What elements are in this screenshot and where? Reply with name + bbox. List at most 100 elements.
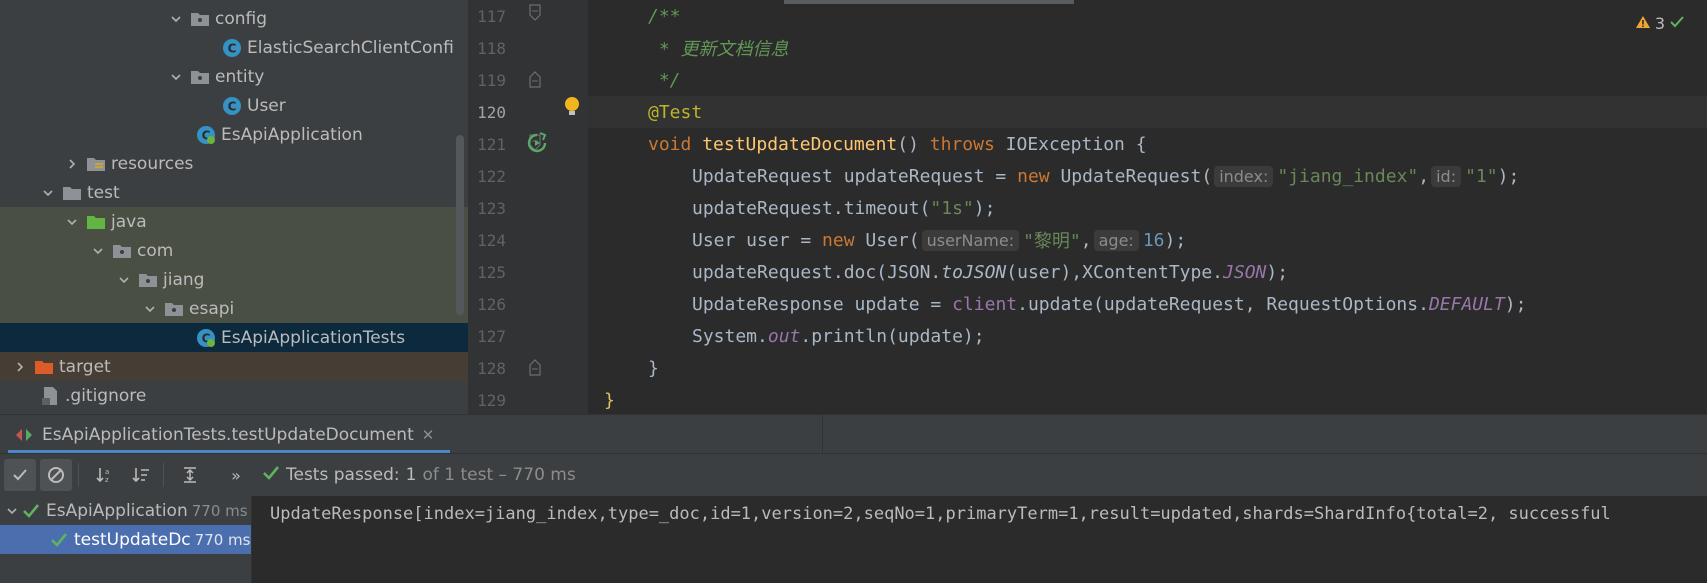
inspection-widget[interactable]: 3 [1635, 14, 1685, 33]
expand-all-button[interactable] [174, 459, 206, 491]
package-folder-icon [138, 270, 158, 290]
code-line-122[interactable]: UpdateRequest updateRequest = new Update… [588, 160, 1707, 192]
line-number: 122 [477, 167, 506, 186]
ignore-file-icon [40, 386, 60, 406]
warning-count: 3 [1654, 14, 1665, 33]
code-line-126[interactable]: UpdateResponse update = client .update(up… [588, 288, 1707, 320]
line-number-current: 120 [477, 103, 506, 122]
parameter-hint: age: [1093, 229, 1139, 251]
test-sources-folder-icon [86, 212, 106, 232]
tree-item-resources[interactable]: resources [0, 149, 468, 178]
run-tab-label: EsApiApplicationTests.testUpdateDocument [42, 425, 414, 445]
line-number: 127 [477, 327, 506, 346]
chevron-down-icon[interactable] [168, 69, 184, 85]
chevron-right-icon[interactable] [12, 359, 28, 375]
fold-marker-icon[interactable] [528, 70, 542, 93]
test-results-tree: EsApiApplication 770 ms testUpdateDc 770… [0, 496, 252, 583]
status-count: 1 [405, 465, 417, 485]
active-tab-indicator [8, 450, 450, 453]
tree-item-entity[interactable]: entity [0, 62, 468, 91]
tree-item-com[interactable]: com [0, 236, 468, 265]
tree-item-java[interactable]: java [0, 207, 468, 236]
tree-item-elasticsearch-client-config[interactable]: C ElasticSearchClientConfi [0, 33, 468, 62]
passed-icon [22, 503, 40, 519]
line-number: 124 [477, 231, 506, 250]
console-output[interactable]: UpdateResponse[index=jiang_index,type=_d… [252, 496, 1707, 583]
tree-item-gitignore[interactable]: .gitignore [0, 381, 468, 410]
chevron-down-icon[interactable] [6, 505, 18, 517]
package-folder-icon [190, 9, 210, 29]
check-icon [262, 465, 280, 486]
code-line-127[interactable]: System. out .println(update); [588, 320, 1707, 352]
sort-by-duration-button[interactable] [125, 459, 157, 491]
tree-item-user[interactable]: C User [0, 91, 468, 120]
tree-item-jiang[interactable]: jiang [0, 265, 468, 294]
spring-app-class-icon: C [196, 125, 216, 145]
code-line-129[interactable]: } [588, 384, 1707, 414]
fold-marker-icon[interactable] [528, 4, 542, 27]
code-line-124[interactable]: User user = new User(userName: "黎明", age: 1… [588, 224, 1707, 256]
line-number: 117 [477, 7, 506, 26]
lightbulb-icon[interactable] [564, 96, 580, 123]
code-line-120[interactable]: @Test [588, 96, 1707, 128]
svg-text:z: z [105, 476, 109, 484]
more-actions-icon[interactable]: » [220, 459, 252, 491]
code-line-118[interactable]: * 更新文档信息 [588, 32, 1707, 64]
line-number: 128 [477, 359, 506, 378]
run-toolbar: az » Tests passed: 1 of 1 test – 770 ms [0, 454, 1707, 496]
chevron-down-icon[interactable] [116, 272, 132, 288]
check-icon [1669, 14, 1685, 33]
parameter-hint: index: [1214, 165, 1274, 187]
chevron-down-icon[interactable] [168, 11, 184, 27]
code-line-123[interactable]: updateRequest.timeout("1s"); [588, 192, 1707, 224]
tree-item-test[interactable]: test [0, 178, 468, 207]
chevron-down-icon[interactable] [142, 301, 158, 317]
close-tab-icon[interactable]: ✕ [422, 426, 435, 444]
editor-gutter: 117 118 119 120 121 122 123 124 125 126 … [468, 0, 588, 414]
test-run-config-icon [14, 427, 34, 443]
code-editor[interactable]: 117 118 119 120 121 122 123 124 125 126 … [468, 0, 1707, 414]
test-status: Tests passed: 1 of 1 test – 770 ms [262, 465, 576, 486]
line-number: 118 [477, 39, 506, 58]
code-line-117[interactable]: /** [588, 0, 1707, 32]
show-ignored-button[interactable] [40, 459, 72, 491]
svg-text:C: C [228, 99, 237, 113]
svg-text:C: C [228, 41, 237, 55]
code-line-121[interactable]: void testUpdateDocument() throws IOExcep… [588, 128, 1707, 160]
line-number: 125 [477, 263, 506, 282]
run-test-icon[interactable] [526, 132, 548, 159]
chevron-down-icon[interactable] [90, 243, 106, 259]
test-suite-row[interactable]: EsApiApplication 770 ms [0, 496, 251, 525]
warning-icon [1635, 14, 1651, 33]
tree-item-target[interactable]: target [0, 352, 468, 381]
show-passed-button[interactable] [4, 459, 36, 491]
tree-item-esapiapplication[interactable]: C EsApiApplication [0, 120, 468, 149]
test-class-icon: C [196, 328, 216, 348]
resources-folder-icon [86, 154, 106, 174]
line-number: 129 [477, 391, 506, 410]
toolbar-separator [78, 463, 79, 487]
tree-item-esapiapplicationtests[interactable]: C EsApiApplicationTests [0, 323, 468, 352]
fold-marker-icon[interactable] [528, 358, 542, 381]
chevron-down-icon[interactable] [40, 185, 56, 201]
chevron-right-icon[interactable] [64, 156, 80, 172]
divider [822, 415, 823, 455]
run-tab[interactable]: EsApiApplicationTests.testUpdateDocument… [8, 415, 440, 455]
code-line-128[interactable]: } [588, 352, 1707, 384]
chevron-down-icon[interactable] [64, 214, 80, 230]
passed-icon [50, 532, 68, 548]
line-number: 126 [477, 295, 506, 314]
class-icon: C [222, 96, 242, 116]
class-icon: C [222, 38, 242, 58]
tree-item-esapi[interactable]: esapi [0, 294, 468, 323]
line-number: 123 [477, 199, 506, 218]
sort-alphabetically-button[interactable]: az [89, 459, 121, 491]
tree-scrollbar[interactable] [456, 135, 464, 315]
line-number: 121 [477, 135, 506, 154]
status-prefix: Tests passed: [286, 465, 400, 485]
code-line-119[interactable]: */ [588, 64, 1707, 96]
tree-item-config[interactable]: config [0, 4, 468, 33]
status-rest: of 1 test – 770 ms [422, 465, 576, 485]
code-line-125[interactable]: updateRequest.doc(JSON. toJSON (user),XCon… [588, 256, 1707, 288]
test-method-row[interactable]: testUpdateDc 770 ms [0, 525, 251, 554]
